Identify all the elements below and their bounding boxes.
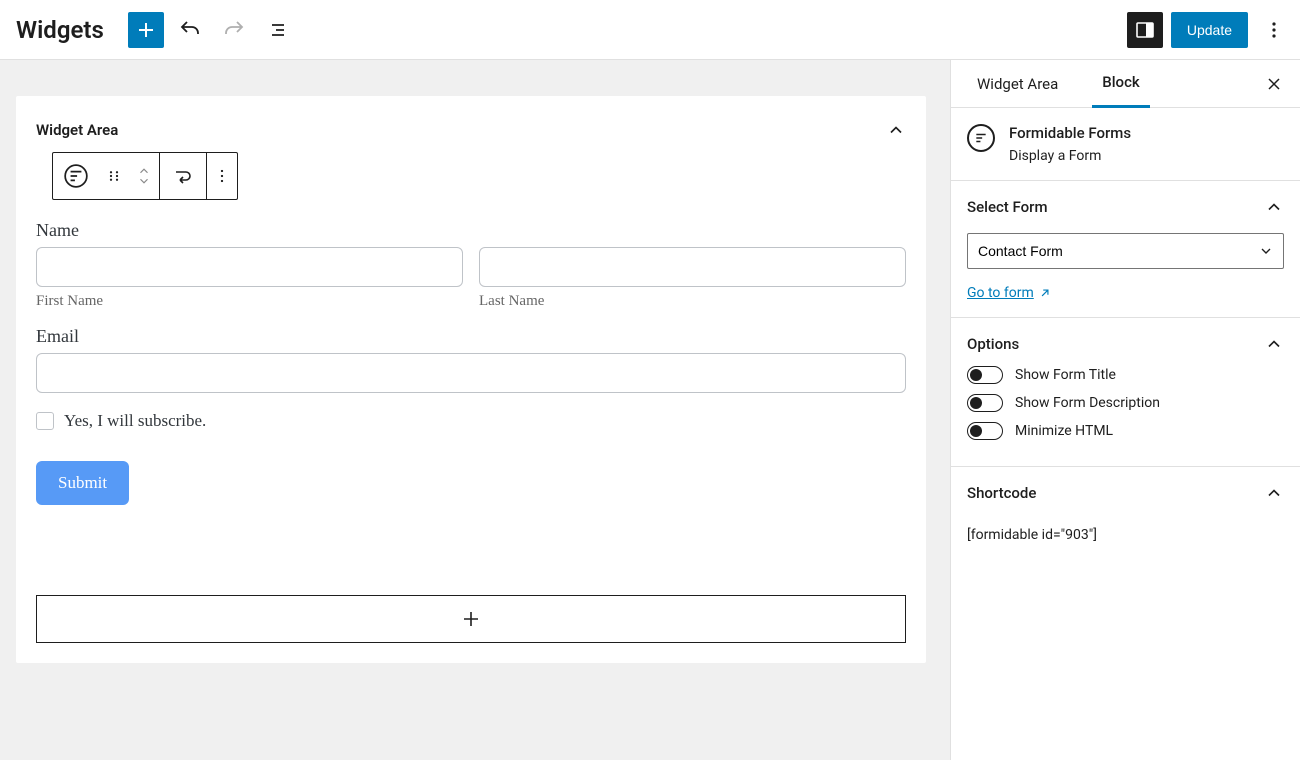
select-form-title: Select Form (967, 198, 1048, 216)
show-form-title-label: Show Form Title (1015, 367, 1116, 383)
block-transform-button[interactable] (160, 153, 206, 199)
sidebar-icon (1133, 18, 1157, 42)
show-form-title-toggle[interactable] (967, 366, 1003, 384)
sidebar: Widget Area Block Formidable Forms Displ… (950, 60, 1300, 760)
form-select[interactable]: Contact Form (967, 233, 1284, 269)
block-name: Formidable Forms (1009, 124, 1131, 142)
redo-icon (222, 18, 246, 42)
topbar-left: Widgets (8, 12, 296, 48)
select-form-section: Select Form Contact Form Go to form (951, 181, 1300, 318)
formidable-icon (967, 124, 995, 152)
more-options-button[interactable] (1256, 12, 1292, 48)
chevron-up-icon (1264, 197, 1284, 217)
add-block-button[interactable] (128, 12, 164, 48)
shortcode-value: [formidable id="903"] (967, 527, 1284, 543)
last-name-input[interactable] (479, 247, 906, 287)
settings-panel-toggle[interactable] (1127, 12, 1163, 48)
chevron-up-icon (886, 120, 906, 140)
chevron-down-icon (137, 176, 151, 186)
block-toolbar (52, 152, 238, 200)
body: Widget Area (0, 60, 1300, 760)
show-form-description-label: Show Form Description (1015, 395, 1160, 411)
shortcode-title: Shortcode (967, 484, 1036, 502)
close-icon (1264, 74, 1284, 94)
minimize-html-toggle[interactable] (967, 422, 1003, 440)
block-info-section: Formidable Forms Display a Form (951, 108, 1300, 181)
tab-block[interactable]: Block (1092, 60, 1149, 108)
sidebar-tabs: Widget Area Block (951, 60, 1300, 108)
first-name-input[interactable] (36, 247, 463, 287)
transform-icon (171, 164, 195, 188)
formidable-icon (63, 163, 89, 189)
shortcode-header[interactable]: Shortcode (967, 483, 1284, 503)
undo-icon (178, 18, 202, 42)
drag-handle[interactable] (99, 153, 129, 199)
canvas-wrap: Widget Area (0, 60, 950, 760)
options-title: Options (967, 335, 1019, 353)
add-block-appender[interactable] (36, 595, 906, 643)
show-form-description-toggle[interactable] (967, 394, 1003, 412)
email-input[interactable] (36, 353, 906, 393)
sidebar-close-button[interactable] (1264, 74, 1284, 94)
more-vertical-icon (212, 166, 232, 186)
go-to-form-link[interactable]: Go to form (967, 285, 1052, 301)
topbar: Widgets Update (0, 0, 1300, 60)
shortcode-section: Shortcode [formidable id="903"] (951, 467, 1300, 559)
redo-button[interactable] (216, 12, 252, 48)
first-name-sublabel: First Name (36, 287, 463, 310)
subscribe-label: Yes, I will subscribe. (64, 411, 206, 431)
plus-icon (134, 18, 158, 42)
list-icon (266, 18, 290, 42)
subscribe-checkbox[interactable] (36, 412, 54, 430)
chevron-up-icon (1264, 483, 1284, 503)
email-label: Email (36, 326, 906, 353)
name-label: Name (36, 220, 906, 247)
select-form-header[interactable]: Select Form (967, 197, 1284, 217)
external-link-icon (1038, 286, 1052, 300)
move-buttons[interactable] (129, 153, 159, 199)
more-vertical-icon (1262, 18, 1286, 42)
tab-widget-area[interactable]: Widget Area (967, 61, 1068, 107)
widget-header[interactable]: Widget Area (36, 120, 906, 148)
block-type-button[interactable] (53, 153, 99, 199)
block-more-options[interactable] (207, 153, 237, 199)
options-section: Options Show Form Title Show Form Descri… (951, 318, 1300, 467)
plus-icon (459, 607, 483, 631)
block-description: Display a Form (1009, 148, 1131, 164)
topbar-right: Update (1127, 12, 1292, 48)
document-overview-button[interactable] (260, 12, 296, 48)
page-title: Widgets (8, 16, 120, 44)
drag-icon (105, 167, 123, 185)
chevron-up-icon (1264, 334, 1284, 354)
update-button[interactable]: Update (1171, 12, 1248, 48)
last-name-sublabel: Last Name (479, 287, 906, 310)
chevron-up-icon (137, 166, 151, 176)
options-header[interactable]: Options (967, 334, 1284, 354)
minimize-html-label: Minimize HTML (1015, 423, 1113, 439)
widget-area-title: Widget Area (36, 121, 118, 139)
undo-button[interactable] (172, 12, 208, 48)
widget-area-panel: Widget Area (16, 96, 926, 663)
go-to-form-label: Go to form (967, 285, 1034, 301)
submit-button[interactable]: Submit (36, 461, 129, 505)
